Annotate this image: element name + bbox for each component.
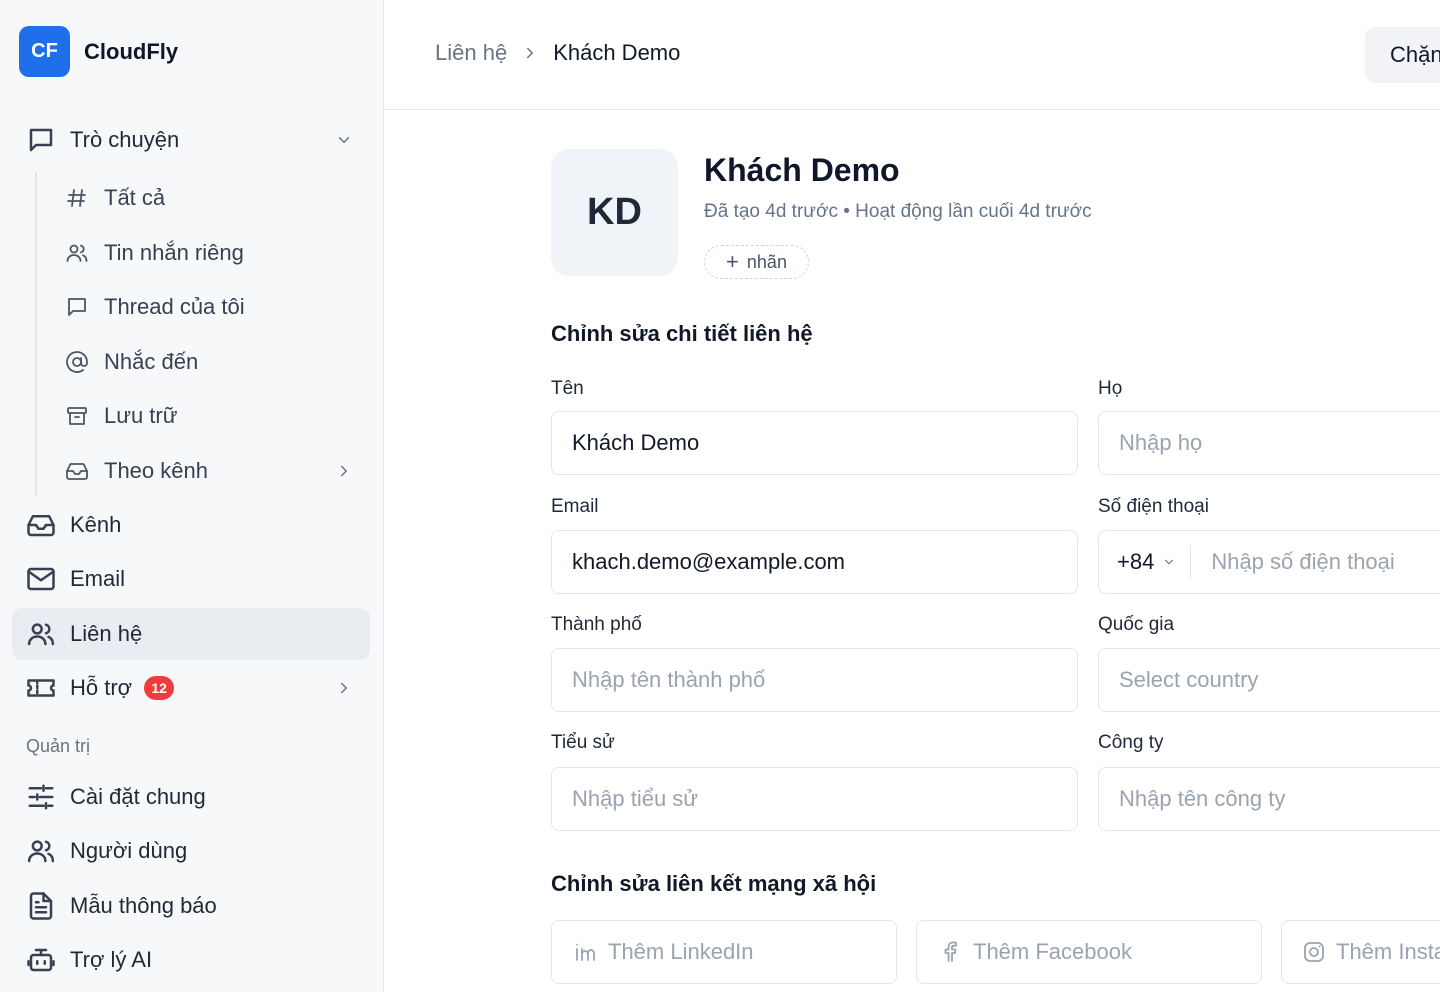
- phone-label: Số điện thoại: [1098, 496, 1209, 517]
- nav-item-label: Người dùng: [70, 838, 188, 863]
- city-label: Thành phố: [551, 614, 642, 635]
- chevron-down-icon[interactable]: [332, 128, 356, 152]
- social-links-title: Chỉnh sửa liên kết mạng xã hội: [551, 871, 877, 896]
- archive-icon: [62, 401, 92, 431]
- sub-item-my-threads[interactable]: Thread của tôi: [52, 282, 370, 332]
- file-text-icon: [24, 889, 58, 923]
- city-input[interactable]: Nhập tên thành phố: [551, 648, 1078, 712]
- hash-icon: [62, 183, 92, 213]
- email-input[interactable]: khach.demo@example.com: [551, 530, 1078, 594]
- contact-name: Khách Demo: [704, 152, 900, 188]
- last-name-label: Họ: [1098, 378, 1123, 399]
- sub-item-label: Lưu trữ: [104, 403, 178, 428]
- facebook-icon: [937, 939, 963, 965]
- inbox-icon: [24, 508, 58, 542]
- contact-details-title: Chỉnh sửa chi tiết liên hệ: [551, 321, 813, 346]
- country-code-value: +84: [1117, 549, 1155, 574]
- message-square-icon: [62, 292, 92, 322]
- nav-item-notification-templates[interactable]: Mẫu thông báo: [12, 880, 370, 932]
- add-tag-label: nhãn: [746, 251, 787, 272]
- chevron-right-icon: [521, 44, 539, 62]
- sub-item-mentions[interactable]: Nhắc đến: [52, 337, 370, 387]
- contact-meta: Đã tạo 4d trước • Hoạt động lần cuối 4d …: [704, 201, 1092, 222]
- phone-number-input[interactable]: Nhập số điện thoại: [1211, 549, 1394, 575]
- country-label: Quốc gia: [1098, 614, 1175, 635]
- contacts-icon: [24, 617, 58, 651]
- chat-bubble-icon: [24, 123, 58, 157]
- ticket-icon: [24, 671, 58, 705]
- sub-item-label: Nhắc đến: [104, 349, 199, 374]
- instagram-placeholder: Thêm Instagram: [1336, 939, 1440, 964]
- nav-item-label: Email: [70, 566, 126, 591]
- first-name-input[interactable]: Khách Demo: [551, 411, 1078, 475]
- facebook-placeholder: Thêm Facebook: [973, 939, 1132, 964]
- company-input[interactable]: Nhập tên công ty: [1098, 767, 1440, 831]
- support-count-badge: 12: [144, 676, 175, 700]
- chevron-down-icon: [1162, 555, 1176, 569]
- facebook-input[interactable]: Thêm Facebook: [916, 920, 1262, 984]
- nav-item-ai-assistant[interactable]: Trợ lý AI: [12, 934, 370, 986]
- nav-item-label: Trò chuyện: [70, 127, 180, 152]
- last-name-input[interactable]: Nhập họ: [1098, 411, 1440, 475]
- linkedin-input[interactable]: Thêm LinkedIn: [551, 920, 897, 984]
- nav-item-email[interactable]: Email: [12, 553, 370, 605]
- nav-item-general-settings[interactable]: Cài đặt chung: [12, 771, 370, 823]
- submenu-guide-line: [35, 172, 37, 496]
- sub-item-all[interactable]: Tất cả: [52, 173, 370, 223]
- brand-logo: CF: [19, 26, 70, 77]
- avatar: KD: [551, 149, 678, 276]
- chevron-right-icon[interactable]: [332, 459, 356, 483]
- nav-item-label: Kênh: [70, 512, 122, 537]
- linkedin-placeholder: Thêm LinkedIn: [608, 939, 754, 964]
- phone-field: +84 Nhập số điện thoại: [1098, 530, 1440, 594]
- company-label: Công ty: [1098, 732, 1164, 753]
- sub-item-label: Theo kênh: [104, 458, 208, 483]
- country-code-select[interactable]: +84: [1117, 545, 1192, 579]
- at-sign-icon: [62, 347, 92, 377]
- bio-label: Tiểu sử: [551, 732, 615, 753]
- admin-section-label: Quản trị: [26, 736, 91, 756]
- add-tag-button[interactable]: + nhãn: [704, 245, 809, 279]
- sub-item-by-channel[interactable]: Theo kênh: [52, 446, 370, 496]
- block-button[interactable]: Chặn: [1365, 27, 1440, 83]
- sub-item-label: Thread của tôi: [104, 294, 245, 319]
- nav-item-label: Mẫu thông báo: [70, 893, 217, 918]
- breadcrumb: Liên hệ Khách Demo: [435, 40, 680, 66]
- linkedin-icon: [572, 939, 598, 965]
- email-label: Email: [551, 496, 599, 517]
- instagram-icon: [1302, 939, 1326, 965]
- breadcrumb-contacts[interactable]: Liên hệ: [435, 40, 507, 66]
- top-bar: Liên hệ Khách Demo Chặn: [384, 0, 1440, 110]
- first-name-label: Tên: [551, 378, 584, 399]
- sub-item-private-messages[interactable]: Tin nhắn riêng: [52, 228, 370, 278]
- nav-item-label: Cài đặt chung: [70, 784, 206, 809]
- nav-item-chat[interactable]: Trò chuyện: [12, 114, 370, 166]
- brand-name: CloudFly: [84, 38, 179, 64]
- bio-input[interactable]: Nhập tiểu sử: [551, 767, 1078, 831]
- sub-item-label: Tất cả: [104, 185, 166, 210]
- country-select[interactable]: Select country: [1098, 648, 1440, 712]
- nav-item-channels[interactable]: Kênh: [12, 499, 370, 551]
- users-icon: [24, 834, 58, 868]
- sidebar: CF CloudFly Trò chuyện Tất cả Tin nhắn r…: [0, 0, 384, 992]
- sliders-icon: [24, 780, 58, 814]
- nav-item-users[interactable]: Người dùng: [12, 825, 370, 877]
- sub-item-archive[interactable]: Lưu trữ: [52, 391, 370, 441]
- chevron-right-icon[interactable]: [332, 676, 356, 700]
- inbox-icon: [62, 456, 92, 486]
- sub-item-label: Tin nhắn riêng: [104, 240, 244, 265]
- brand[interactable]: CF CloudFly: [19, 26, 178, 77]
- nav-item-label: Hỗ trợ: [70, 675, 133, 700]
- nav-item-support[interactable]: Hỗ trợ 12: [12, 662, 370, 714]
- breadcrumb-current: Khách Demo: [553, 40, 681, 65]
- bot-icon: [24, 943, 58, 977]
- nav-item-contacts[interactable]: Liên hệ: [12, 608, 370, 660]
- instagram-input[interactable]: Thêm Instagram: [1281, 920, 1440, 984]
- nav-item-label: Liên hệ: [70, 621, 143, 646]
- users-icon: [62, 238, 92, 268]
- mail-icon: [24, 562, 58, 596]
- plus-icon: +: [726, 249, 739, 274]
- nav-item-label: Trợ lý AI: [70, 947, 153, 972]
